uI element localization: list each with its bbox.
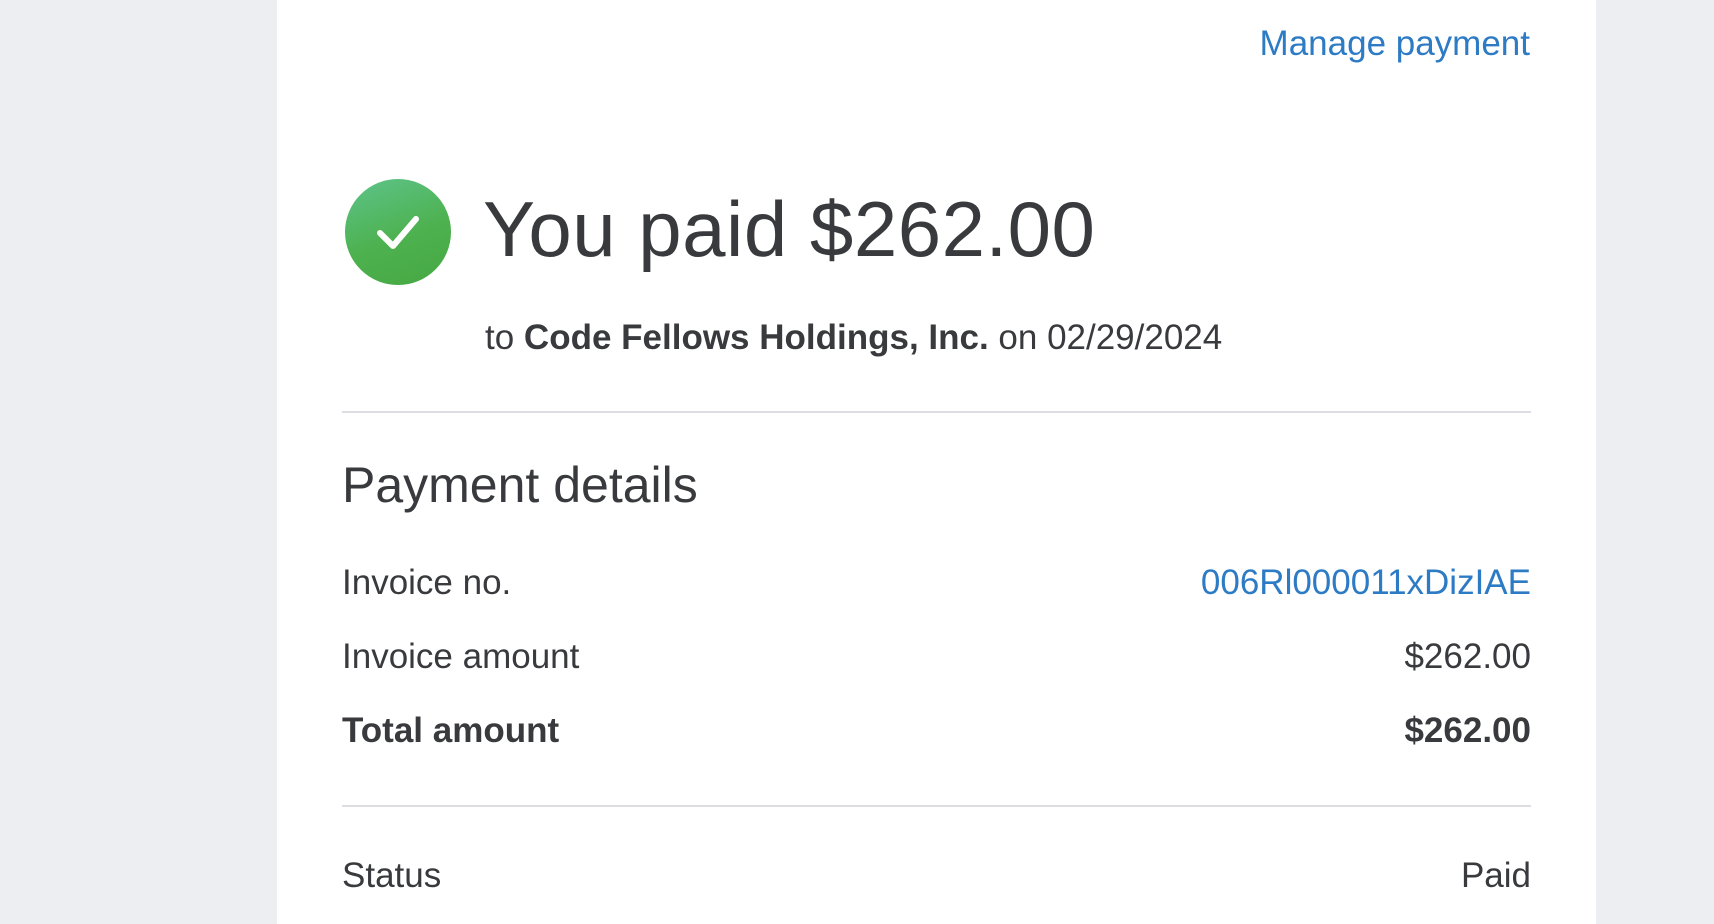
status-value: Paid	[1460, 856, 1531, 895]
divider	[342, 411, 1531, 413]
total-amount-label: Total amount	[342, 711, 560, 750]
total-amount-row: Total amount $262.00	[342, 711, 1531, 751]
invoice-amount-label: Invoice amount	[342, 637, 580, 676]
total-amount-value: $262.00	[1404, 711, 1531, 750]
checkmark-icon	[377, 216, 419, 249]
invoice-number-row: Invoice no. 006Rl000011xDizIAE	[342, 563, 1531, 603]
invoice-number-label: Invoice no.	[342, 563, 512, 602]
status-label: Status	[342, 856, 442, 895]
check-circle-icon	[345, 179, 451, 285]
invoice-amount-value: $262.00	[1404, 637, 1531, 676]
payment-subline: to Code Fellows Holdings, Inc. on 02/29/…	[485, 318, 1222, 358]
status-row: Status Paid	[342, 856, 1531, 896]
invoice-number-link[interactable]: 006Rl000011xDizIAE	[1201, 563, 1531, 603]
divider	[342, 805, 1531, 807]
payment-details-title: Payment details	[342, 457, 698, 513]
invoice-amount-row: Invoice amount $262.00	[342, 637, 1531, 677]
payment-date: on 02/29/2024	[988, 318, 1223, 357]
payee-name: Code Fellows Holdings, Inc.	[523, 318, 989, 357]
manage-payment-link[interactable]: Manage payment	[1260, 24, 1530, 64]
payee-prefix: to	[485, 318, 524, 357]
payment-receipt-card: Manage payment You paid $262.00 to Code …	[277, 0, 1596, 924]
payment-headline: You paid $262.00	[483, 185, 1096, 273]
